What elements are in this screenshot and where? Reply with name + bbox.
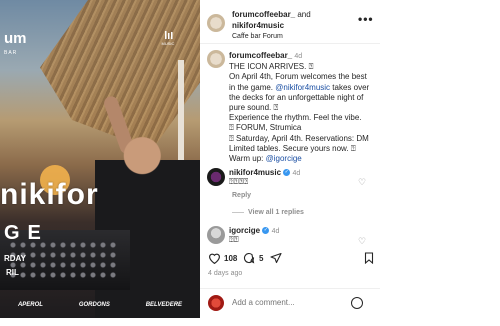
post-header: forumcoffeebar_ and nikifor4music Caffe … xyxy=(200,0,380,44)
avatar[interactable] xyxy=(207,14,225,32)
comment-text: ⍰⍰⍰⍰ xyxy=(229,177,249,186)
author-link-nikifor[interactable]: nikifor4music xyxy=(232,20,311,31)
forum-logo: um xyxy=(4,30,27,47)
comment-time: 4d xyxy=(292,170,301,177)
caption-line1: THE ICON ARRIVES. ⍰ xyxy=(229,62,314,72)
view-replies-label: View all 1 replies xyxy=(248,209,304,216)
add-comment-row xyxy=(200,288,380,318)
post-actions: 108 5 xyxy=(208,252,376,268)
post-authors: forumcoffeebar_ and nikifor4music Caffe … xyxy=(232,9,311,42)
caption-line5: ⍰ Saturday, April 4th. Reservations: DM … xyxy=(229,134,375,165)
post-side-panel: forumcoffeebar_ and nikifor4music Caffe … xyxy=(200,0,380,326)
forum-logo-sub: BAR xyxy=(4,50,18,56)
comment-username[interactable]: igorcige xyxy=(229,226,260,235)
comment-avatar[interactable] xyxy=(207,226,225,244)
comment-time: 4d xyxy=(271,228,280,235)
event-day: RDAY xyxy=(4,254,26,263)
mention-nikifor[interactable]: @nikifor4music xyxy=(275,83,330,92)
caption-avatar[interactable] xyxy=(207,50,225,68)
comment-icon[interactable] xyxy=(243,252,255,266)
comment-item: igorcige ✓ 4d ⍰⍰ xyxy=(229,226,379,245)
music-logo-text: MUSIC xyxy=(161,41,175,46)
event-subtitle: GE xyxy=(4,222,49,244)
artist-name: nikifor xyxy=(0,178,99,211)
verified-icon: ✓ xyxy=(283,169,291,177)
bookmark-icon[interactable] xyxy=(364,252,374,266)
event-month: RIL xyxy=(6,268,19,277)
share-icon[interactable] xyxy=(270,252,282,266)
like-comment-icon[interactable]: ♡ xyxy=(358,236,366,247)
caption-line4: ⍰ FORUM, Strumica xyxy=(229,123,302,133)
instagram-post: um BAR MUSIC nikifor GE RDAY RIL APEROL … xyxy=(0,0,500,326)
music-logo-icon xyxy=(165,31,173,39)
author-joiner: and xyxy=(295,10,311,19)
reply-button[interactable]: Reply xyxy=(232,192,251,199)
comment-item: nikifor4music ✓ 4d ⍰⍰⍰⍰ xyxy=(229,168,379,187)
caption-line2: On April 4th, Forum welcomes the best in… xyxy=(229,72,375,113)
caption-line3: Experience the rhythm. Feel the vibe. xyxy=(229,113,362,123)
heart-icon[interactable] xyxy=(208,252,221,266)
emoji-icon[interactable] xyxy=(351,297,363,309)
view-replies-button[interactable]: View all 1 replies xyxy=(232,209,304,216)
author-link-forum[interactable]: forumcoffeebar_ xyxy=(232,10,295,19)
post-caption: forumcoffeebar_ 4d THE ICON ARRIVES. ⍰ O… xyxy=(229,51,375,164)
sponsor-belvedere: BELVEDERE xyxy=(145,302,183,308)
sponsor-gordons: GORDONS xyxy=(78,302,110,308)
post-timestamp[interactable]: 4 days ago xyxy=(208,270,242,277)
comment-text: ⍰⍰ xyxy=(229,235,239,244)
music-logo: MUSIC xyxy=(160,30,176,46)
current-user-avatar xyxy=(208,295,224,311)
mention-igorcige[interactable]: @igorcige xyxy=(266,154,302,163)
comment-username[interactable]: nikifor4music xyxy=(229,168,281,177)
caption-username[interactable]: forumcoffeebar_ xyxy=(229,51,292,60)
post-location[interactable]: Caffe bar Forum xyxy=(232,31,311,42)
add-comment-input[interactable] xyxy=(232,298,342,307)
caption-time: 4d xyxy=(294,53,303,60)
like-comment-icon[interactable]: ♡ xyxy=(358,177,366,188)
comment-avatar[interactable] xyxy=(207,168,225,186)
sponsor-row: APEROL GORDONS BELVEDERE xyxy=(0,292,200,318)
post-image[interactable]: um BAR MUSIC nikifor GE RDAY RIL APEROL … xyxy=(0,0,200,318)
like-count[interactable]: 108 xyxy=(224,254,237,263)
verified-icon: ✓ xyxy=(262,227,270,235)
sponsor-aperol: APEROL xyxy=(17,302,43,308)
comment-count[interactable]: 5 xyxy=(259,254,263,263)
more-options-icon[interactable]: ••• xyxy=(358,12,374,26)
